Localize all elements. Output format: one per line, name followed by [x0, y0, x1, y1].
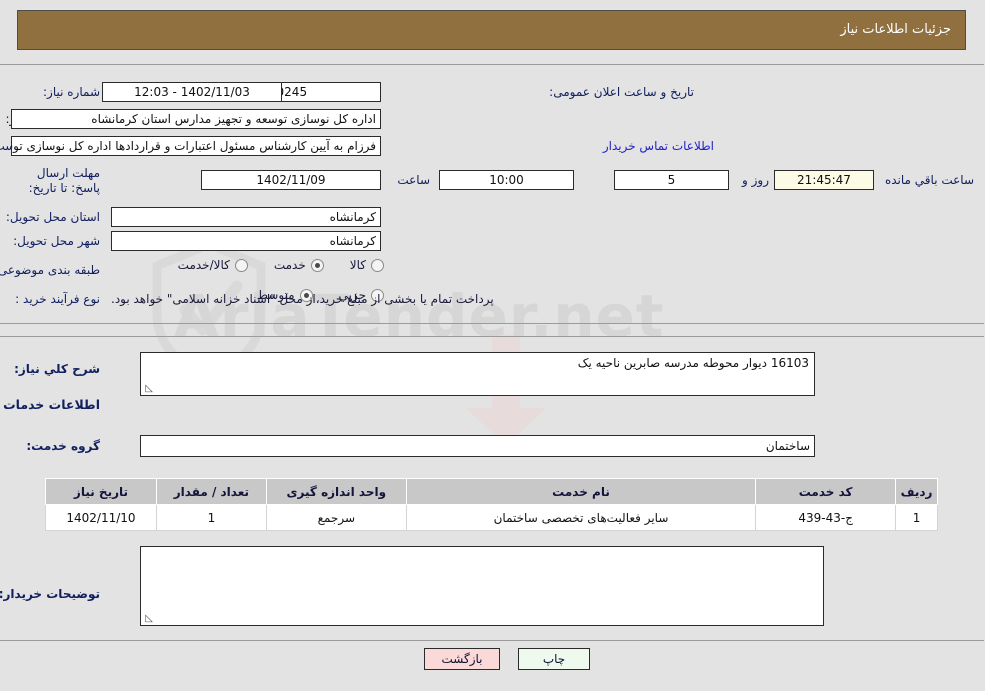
category-label: طبقه بندی موضوعی: — [0, 263, 101, 277]
general-desc-value: 16103 دیوار محوطه مدرسه صابرین ناحیه یک — [578, 356, 810, 370]
remaining-days-field[interactable]: 5 — [615, 170, 730, 190]
need-number-label: شماره نیاز: — [44, 85, 101, 99]
hour-label: ساعت — [398, 173, 431, 187]
table-cell-quantity: 1 — [156, 504, 268, 531]
countdown-field: 21:45:47 — [775, 170, 875, 190]
services-table-col-1: کد خدمت — [756, 478, 898, 505]
resize-grip-icon[interactable]: ◺ — [144, 384, 154, 394]
category-radio-group[interactable]: کالا خدمت کالا/خدمت — [157, 258, 385, 272]
announce-datetime-field[interactable]: 1402/11/03 - 12:03 — [103, 82, 283, 102]
delivery-province-field[interactable]: کرمانشاه — [112, 207, 382, 227]
resize-grip-icon[interactable]: ◺ — [144, 614, 154, 624]
buyer-org-field[interactable]: اداره کل نوسازی توسعه و تجهیز مدارس استا… — [12, 109, 382, 129]
radio-icon[interactable] — [372, 258, 385, 272]
delivery-city-field[interactable]: کرمانشاه — [112, 231, 382, 251]
buyer-remarks-label: توضیحات خریدار: — [0, 587, 101, 601]
services-table-col-2: نام خدمت — [406, 478, 758, 505]
deadline-date-field[interactable]: 1402/11/09 — [202, 170, 382, 190]
table-cell-service-code: ج-43-439 — [756, 504, 898, 531]
category-option-label: خدمت — [274, 258, 307, 272]
announce-datetime-label: تاریخ و ساعت اعلان عمومی: — [550, 85, 695, 99]
deadline-hour-field[interactable]: 10:00 — [440, 170, 575, 190]
table-cell-service-name: سایر فعالیت‌های تخصصی ساختمان — [406, 504, 758, 531]
buyer-contact-link[interactable]: اطلاعات تماس خریدار — [604, 139, 715, 153]
days-and-label: روز و — [743, 173, 770, 187]
category-option-2[interactable]: کالا/خدمت — [179, 258, 249, 272]
table-cell-row: 1 — [896, 504, 939, 531]
services-table-col-3: واحد اندازه گیری — [266, 478, 408, 505]
purchase-process-note: پرداخت تمام یا بخشی از مبلغ خرید،از محل … — [112, 292, 495, 306]
general-desc-textarea[interactable]: 16103 دیوار محوطه مدرسه صابرین ناحیه یک … — [141, 352, 816, 396]
services-table: ردیف کد خدمت نام خدمت واحد اندازه گیری تعداد… — [46, 478, 939, 531]
service-group-field[interactable]: ساختمان — [141, 435, 816, 457]
table-cell-need-date: 1402/11/10 — [46, 504, 158, 531]
page-title-bar: جزئیات اطلاعات نیاز — [18, 10, 967, 50]
top-form-panel — [0, 64, 985, 324]
purchase-process-label: نوع فرآیند خرید : — [16, 292, 101, 306]
requester-field[interactable]: فرزام به آیین کارشناس مسئول اعتبارات و ق… — [12, 136, 382, 156]
services-table-header-row: ردیف کد خدمت نام خدمت واحد اندازه گیری تعداد… — [46, 478, 939, 505]
services-table-col-5: تاریخ نیاز — [46, 478, 158, 505]
table-row: 1 ج-43-439 سایر فعالیت‌های تخصصی ساختمان سر… — [46, 504, 939, 531]
buyer-remarks-textarea[interactable]: ◺ — [141, 546, 825, 626]
table-cell-unit: سرجمع — [266, 504, 408, 531]
services-table-col-4: تعداد / مقدار — [156, 478, 268, 505]
radio-icon[interactable] — [235, 258, 249, 272]
category-option-0[interactable]: کالا — [351, 258, 385, 272]
category-option-label: کالا/خدمت — [178, 258, 231, 272]
service-group-label: گروه خدمت: — [27, 439, 101, 453]
delivery-province-label: استان محل تحویل: — [6, 210, 101, 224]
category-option-label: کالا — [350, 258, 367, 272]
page-title: جزئیات اطلاعات نیاز — [841, 22, 952, 37]
back-button[interactable]: بازگشت — [425, 648, 501, 670]
services-table-col-0: ردیف — [896, 478, 939, 505]
deadline-label: مهلت ارسال پاسخ: تا تاریخ: — [29, 166, 101, 195]
delivery-city-label: شهر محل تحویل: — [14, 234, 101, 248]
category-option-1[interactable]: خدمت — [275, 258, 325, 272]
general-desc-label: شرح کلي نیاز: — [15, 362, 101, 376]
radio-icon[interactable] — [311, 258, 325, 272]
services-section-title: اطلاعات خدمات مورد نیاز — [0, 397, 101, 412]
remaining-hours-label: ساعت باقي مانده — [885, 173, 975, 187]
print-button[interactable]: چاپ — [519, 648, 591, 670]
